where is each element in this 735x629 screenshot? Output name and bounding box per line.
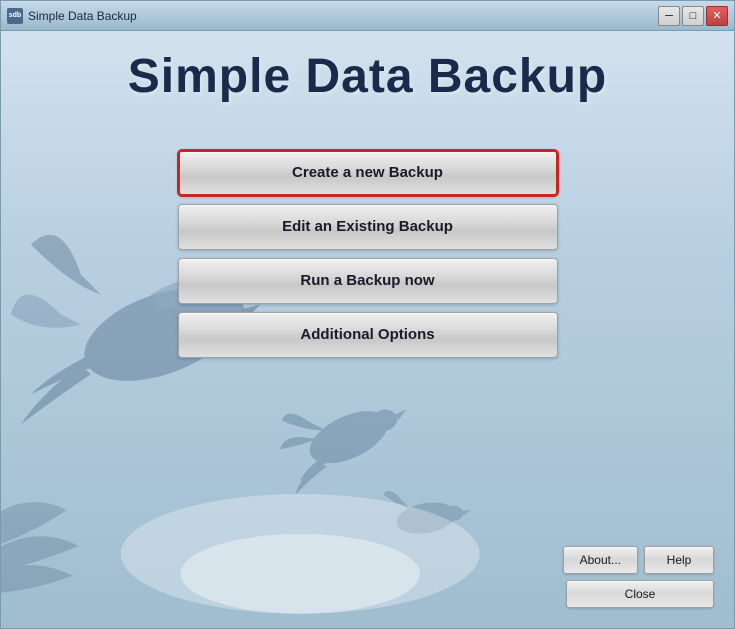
additional-options-button[interactable]: Additional Options xyxy=(178,312,558,358)
buttons-container: Create a new Backup Edit an Existing Bac… xyxy=(178,150,558,358)
edit-backup-button[interactable]: Edit an Existing Backup xyxy=(178,204,558,250)
app-title-container: Simple Data Backup Simple Data Backup xyxy=(128,51,607,110)
create-backup-button[interactable]: Create a new Backup xyxy=(178,150,558,196)
run-backup-button[interactable]: Run a Backup now xyxy=(178,258,558,304)
app-title: Simple Data Backup xyxy=(128,51,607,104)
main-window: sdb Simple Data Backup ─ □ ✕ xyxy=(0,0,735,629)
main-content: Simple Data Backup Simple Data Backup Cr… xyxy=(1,31,734,628)
